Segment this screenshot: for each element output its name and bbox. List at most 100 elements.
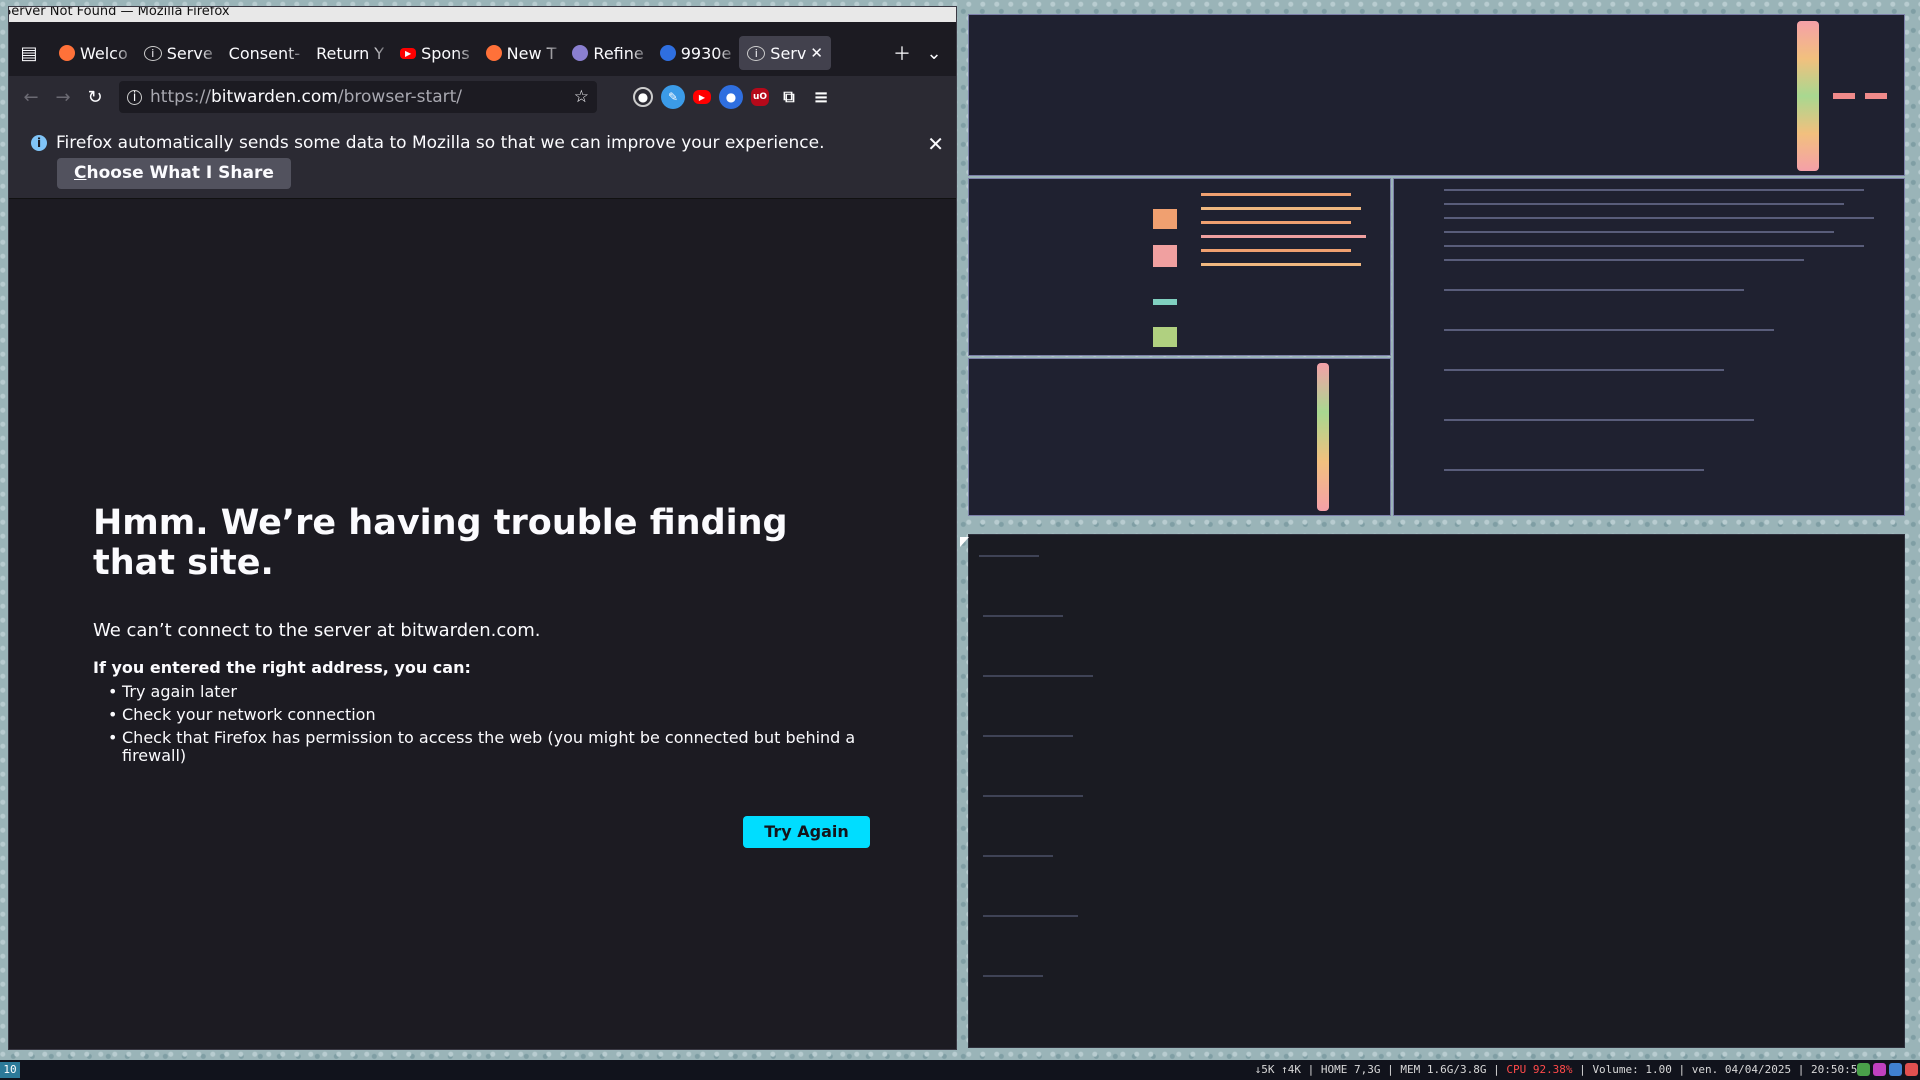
youtube-icon: ▶ — [400, 47, 417, 59]
list-item: Check that Firefox has permission to acc… — [108, 729, 862, 765]
nav-toolbar: ← → ↻ i https://bitwarden.com/browser-st… — [9, 76, 956, 118]
tab-return[interactable]: Return Y — [308, 36, 392, 70]
error-subheading: If you entered the right address, you ca… — [93, 658, 471, 677]
system-monitor-pane[interactable] — [968, 178, 1391, 356]
url-prefix: https:// — [150, 87, 211, 107]
mem-stat: MEM 1.6G/3.8G — [1400, 1063, 1487, 1076]
core-bar — [1201, 263, 1361, 266]
extension-blue-icon[interactable]: ✎ — [661, 85, 685, 109]
system-tray — [1857, 1063, 1918, 1076]
tab-server[interactable]: i Serve — [136, 36, 221, 70]
tab-label: New T — [506, 43, 557, 63]
info-icon: i — [31, 135, 47, 151]
log-line — [1444, 231, 1834, 233]
code-line — [983, 615, 1063, 617]
tab-refine[interactable]: Refine — [564, 36, 651, 70]
extension-circle-icon[interactable]: ● — [719, 85, 743, 109]
log-line — [1444, 259, 1804, 261]
log-line — [1444, 369, 1724, 371]
url-path: /browser-start/ — [337, 87, 462, 107]
list-item: Check your network connection — [108, 706, 862, 725]
code-line — [983, 855, 1053, 857]
tray-display-icon[interactable] — [1889, 1063, 1902, 1076]
log-line — [1444, 189, 1864, 191]
ublock-icon[interactable]: uO — [751, 88, 769, 106]
log-line — [1444, 329, 1774, 331]
reload-icon[interactable]: ↻ — [79, 81, 111, 113]
url-bar[interactable]: i https://bitwarden.com/browser-start/ ☆ — [119, 81, 597, 113]
tray-alert-icon[interactable] — [1905, 1063, 1918, 1076]
spectrum-graphic — [1317, 363, 1329, 511]
choose-what-i-share-button[interactable]: Choose What I Share — [57, 158, 291, 189]
disk-graph — [1153, 299, 1177, 305]
audio-visualizer-pane[interactable] — [968, 14, 1905, 176]
suggestion-list: Try again later Check your network conne… — [93, 683, 862, 770]
date-stat: ven. 04/04/2025 — [1691, 1063, 1792, 1076]
error-page: Hmm. We’re having trouble finding that s… — [9, 199, 956, 1049]
firefox-view-icon[interactable]: ▤ — [13, 37, 45, 69]
tab-label: Serve — [166, 43, 213, 63]
status-stats: ↓5K ↑4K | HOME 7,3G | MEM 1.6G/3.8G | CP… — [1254, 1063, 1864, 1076]
home-stat: HOME 7,3G — [1320, 1063, 1381, 1076]
tab-consent[interactable]: Consent- — [221, 36, 308, 70]
tab-sponsored[interactable]: ▶ Spons — [392, 36, 478, 70]
tab-controls: ＋ ⌄ — [886, 37, 956, 69]
tray-app-icon[interactable] — [1873, 1063, 1886, 1076]
tab-label: 9930e — [680, 43, 732, 63]
terminal-pane[interactable] — [968, 534, 1905, 1048]
close-icon[interactable]: ✕ — [927, 132, 944, 156]
code-line — [979, 555, 1039, 557]
url-host: bitwarden.com — [210, 87, 338, 107]
tab-bar: ▤ Welco i Serve Consent- Return Y ▶ Spons … — [9, 32, 956, 74]
firefox-window: Server Not Found — Mozilla Firefox ▤ Wel… — [8, 6, 957, 1050]
tab-welcome[interactable]: Welco — [51, 36, 136, 70]
log-line — [1444, 203, 1844, 205]
tray-network-icon[interactable] — [1857, 1063, 1870, 1076]
youtube-icon[interactable]: ▶ — [693, 90, 711, 104]
mouse-cursor-icon — [960, 537, 969, 547]
code-line — [983, 735, 1073, 737]
forward-icon[interactable]: → — [47, 81, 79, 113]
code-line — [983, 675, 1093, 677]
audio-visualizer-pane-2[interactable] — [968, 358, 1391, 516]
status-bar: 10 ↓5K ↑4K | HOME 7,3G | MEM 1.6G/3.8G |… — [0, 1060, 1920, 1080]
core-bar — [1201, 221, 1351, 224]
log-line — [1444, 419, 1754, 421]
core-bar — [1201, 207, 1361, 210]
notification-message: Firefox automatically sends some data to… — [56, 133, 825, 153]
volume-stat[interactable]: Volume: 1.00 — [1592, 1063, 1671, 1076]
tab-label: Consent- — [228, 43, 301, 63]
tab-9930e[interactable]: 9930e — [652, 36, 740, 70]
tab-new[interactable]: New T — [478, 36, 565, 70]
log-line — [1444, 245, 1864, 247]
circle-icon — [659, 45, 676, 61]
new-tab-icon[interactable]: ＋ — [886, 37, 918, 69]
chevron-down-icon[interactable]: ⌄ — [918, 37, 950, 69]
star-icon[interactable]: ☆ — [574, 87, 589, 107]
close-icon[interactable]: ✕ — [810, 44, 823, 62]
log-line — [1444, 217, 1874, 219]
level-bar — [1865, 93, 1887, 99]
code-line — [983, 795, 1083, 797]
tab-label: Serv — [770, 43, 807, 63]
workspace-indicator[interactable]: 10 — [0, 1062, 20, 1078]
window-title: Server Not Found — Mozilla Firefox — [9, 7, 956, 22]
menu-icon[interactable]: ≡ — [809, 85, 833, 109]
process-list-pane[interactable] — [1393, 178, 1905, 516]
info-icon: i — [143, 45, 162, 61]
extensions-icon[interactable]: ⧉ — [777, 85, 801, 109]
github-icon — [572, 45, 589, 61]
tab-label: Spons — [421, 43, 470, 63]
error-title: Hmm. We’re having trouble finding that s… — [93, 503, 788, 583]
tab-label: Refine — [593, 43, 644, 63]
try-again-button[interactable]: Try Again — [743, 816, 870, 848]
account-icon[interactable]: ● — [633, 87, 653, 107]
level-bar — [1833, 93, 1855, 99]
tab-server-active[interactable]: i Serv ✕ — [739, 36, 831, 70]
list-item: Try again later — [108, 683, 862, 702]
telemetry-notification: i Firefox automatically sends some data … — [9, 118, 956, 199]
error-description: We can’t connect to the server at bitwar… — [93, 620, 541, 641]
back-icon[interactable]: ← — [15, 81, 47, 113]
extensions-bar: ● ✎ ▶ ● uO ⧉ ≡ — [633, 85, 833, 109]
site-info-icon[interactable]: i — [127, 89, 142, 105]
